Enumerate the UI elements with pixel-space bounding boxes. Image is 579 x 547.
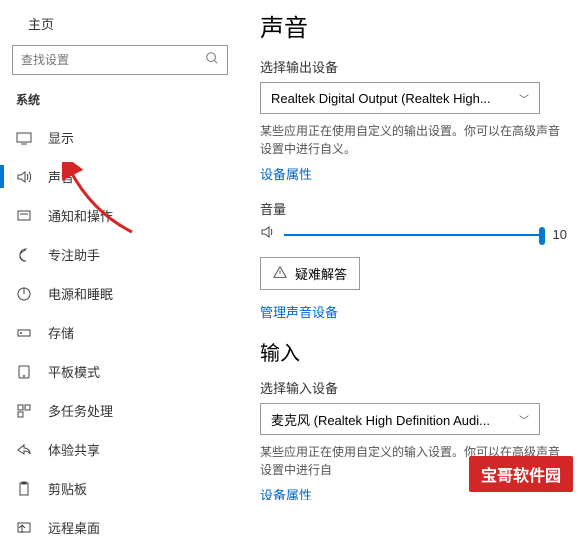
share-icon bbox=[16, 442, 32, 458]
sidebar-item-focus[interactable]: 专注助手 bbox=[0, 235, 240, 274]
power-icon bbox=[16, 286, 32, 302]
nav-label: 存储 bbox=[48, 323, 74, 342]
watermark-badge: 宝哥软件园 bbox=[469, 456, 573, 492]
multitask-icon bbox=[16, 403, 32, 419]
nav-label: 体验共享 bbox=[48, 440, 100, 459]
nav-label: 专注助手 bbox=[48, 245, 100, 264]
input-device-value: 麦克风 (Realtek High Definition Audi... bbox=[271, 410, 490, 429]
output-device-label: 选择输出设备 bbox=[260, 57, 567, 76]
volume-row: 10 bbox=[260, 224, 567, 245]
output-device-value: Realtek Digital Output (Realtek High... bbox=[271, 91, 491, 106]
sidebar-item-share[interactable]: 体验共享 bbox=[0, 430, 240, 469]
input-device-select[interactable]: 麦克风 (Realtek High Definition Audi... ﹀ bbox=[260, 403, 540, 435]
output-device-select[interactable]: Realtek Digital Output (Realtek High... … bbox=[260, 82, 540, 114]
sidebar-item-power[interactable]: 电源和睡眠 bbox=[0, 274, 240, 313]
output-device-props-link[interactable]: 设备属性 bbox=[260, 164, 312, 183]
remote-icon bbox=[16, 520, 32, 536]
sound-icon bbox=[16, 169, 32, 185]
display-icon bbox=[16, 130, 32, 146]
sidebar-item-sound[interactable]: 声音 bbox=[0, 157, 240, 196]
nav-label: 声音 bbox=[48, 167, 74, 186]
sidebar-item-notifications[interactable]: 通知和操作 bbox=[0, 196, 240, 235]
chevron-down-icon: ﹀ bbox=[519, 91, 529, 106]
section-title: 系统 bbox=[0, 85, 240, 118]
warning-icon bbox=[273, 265, 287, 282]
manage-devices-link[interactable]: 管理声音设备 bbox=[260, 302, 338, 321]
moon-icon bbox=[16, 247, 32, 263]
nav-label: 远程桌面 bbox=[48, 518, 100, 537]
home-link[interactable]: 主页 bbox=[0, 8, 240, 39]
speaker-icon bbox=[260, 224, 276, 245]
slider-thumb[interactable] bbox=[539, 227, 545, 245]
search-input[interactable] bbox=[21, 53, 205, 67]
sidebar-item-clipboard[interactable]: 剪贴板 bbox=[0, 469, 240, 508]
chevron-down-icon: ﹀ bbox=[519, 412, 529, 427]
tablet-icon bbox=[16, 364, 32, 380]
nav-label: 通知和操作 bbox=[48, 206, 113, 225]
content-pane: 声音 选择输出设备 Realtek Digital Output (Realte… bbox=[240, 0, 579, 500]
sidebar-item-storage[interactable]: 存储 bbox=[0, 313, 240, 352]
input-device-props-link[interactable]: 设备属性 bbox=[260, 485, 312, 500]
input-device-label: 选择输入设备 bbox=[260, 378, 567, 397]
sidebar-item-display[interactable]: 显示 bbox=[0, 118, 240, 157]
search-box[interactable] bbox=[12, 45, 228, 75]
page-title: 声音 bbox=[260, 8, 567, 43]
search-icon bbox=[205, 51, 219, 70]
nav-label: 剪贴板 bbox=[48, 479, 87, 498]
clipboard-icon bbox=[16, 481, 32, 497]
sidebar-item-multitask[interactable]: 多任务处理 bbox=[0, 391, 240, 430]
home-label: 主页 bbox=[28, 14, 54, 33]
nav-label: 显示 bbox=[48, 128, 74, 147]
input-section-title: 输入 bbox=[260, 337, 567, 366]
troubleshoot-label: 疑难解答 bbox=[295, 264, 347, 283]
nav-label: 电源和睡眠 bbox=[48, 284, 113, 303]
notification-icon bbox=[16, 208, 32, 224]
volume-label: 音量 bbox=[260, 199, 567, 218]
output-note: 某些应用正在使用自定义的输出设置。你可以在高级声音设置中进行自义。 bbox=[260, 122, 567, 158]
volume-value: 10 bbox=[553, 227, 567, 242]
nav-label: 平板模式 bbox=[48, 362, 100, 381]
search-wrap bbox=[0, 39, 240, 85]
volume-slider[interactable] bbox=[284, 234, 545, 236]
sidebar: 主页 系统 显示 声音 通知和操作 专注助手 电源和睡眠 存储 平板模式 bbox=[0, 0, 240, 500]
output-troubleshoot-button[interactable]: 疑难解答 bbox=[260, 257, 360, 290]
sidebar-item-remote[interactable]: 远程桌面 bbox=[0, 508, 240, 547]
nav-label: 多任务处理 bbox=[48, 401, 113, 420]
storage-icon bbox=[16, 325, 32, 341]
sidebar-item-tablet[interactable]: 平板模式 bbox=[0, 352, 240, 391]
